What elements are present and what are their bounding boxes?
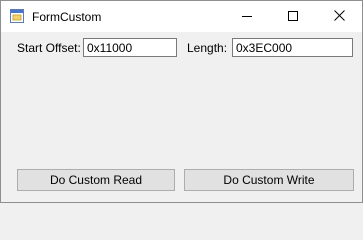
- custom-write-button[interactable]: Do Custom Write: [184, 169, 354, 191]
- length-label: Length:: [187, 41, 228, 55]
- close-icon: [333, 9, 345, 24]
- window-title: FormCustom: [32, 10, 102, 24]
- start-offset-input[interactable]: [83, 38, 177, 57]
- minimize-button[interactable]: [224, 1, 270, 32]
- minimize-icon: [242, 10, 252, 24]
- title-bar[interactable]: FormCustom: [1, 1, 362, 32]
- custom-read-button[interactable]: Do Custom Read: [17, 169, 175, 191]
- close-button[interactable]: [316, 1, 362, 32]
- length-input[interactable]: [232, 38, 353, 57]
- start-offset-label: Start Offset:: [17, 41, 81, 55]
- maximize-button[interactable]: [270, 1, 316, 32]
- form-app-icon: [10, 9, 24, 23]
- form-window: FormCustom Start Offset: Length: Do Cust…: [0, 0, 363, 203]
- maximize-icon: [288, 10, 298, 24]
